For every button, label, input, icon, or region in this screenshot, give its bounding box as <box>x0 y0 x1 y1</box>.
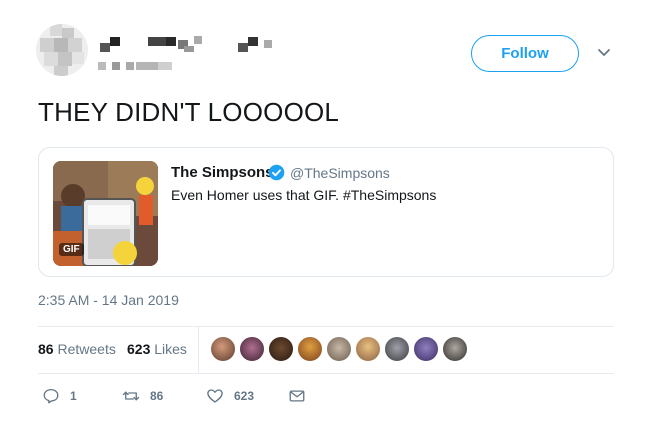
divider-bottom <box>38 373 614 374</box>
heart-icon <box>207 389 223 403</box>
chevron-down-icon[interactable] <box>597 48 611 58</box>
retweets-count: 86 <box>38 341 54 357</box>
reply-icon <box>43 388 59 404</box>
tweet-text: THEY DIDN'T LOOOOOL <box>38 97 340 127</box>
retweet-icon <box>122 391 140 401</box>
avatar-blurred[interactable] <box>36 24 88 76</box>
liker-avatar[interactable] <box>268 336 294 362</box>
quoted-author-name[interactable]: The Simpsons <box>171 164 274 181</box>
liker-avatar[interactable] <box>355 336 381 362</box>
like-button[interactable]: 623 <box>206 385 254 407</box>
retweets-stat[interactable]: 86 Retweets <box>38 341 116 357</box>
liker-avatar[interactable] <box>239 336 265 362</box>
verified-badge-icon <box>268 164 285 181</box>
retweet-button[interactable]: 86 <box>122 385 163 407</box>
retweet-count: 86 <box>150 389 164 403</box>
gif-badge: GIF <box>59 243 84 256</box>
like-count: 623 <box>234 389 255 403</box>
envelope-icon <box>289 390 305 402</box>
liker-avatar[interactable] <box>442 336 468 362</box>
liker-avatar[interactable] <box>210 336 236 362</box>
tweet-header: Follow <box>0 0 648 90</box>
tweet-actions: 1 86 623 <box>38 385 614 409</box>
likes-stat[interactable]: 623 Likes <box>127 341 187 357</box>
quoted-tweet-text: Even Homer uses that GIF. #TheSimpsons <box>171 187 437 203</box>
liker-avatar[interactable] <box>384 336 410 362</box>
engagement-stats: 86 Retweets 623 Likes <box>38 327 614 373</box>
likes-label: Likes <box>154 341 187 357</box>
retweets-label: Retweets <box>57 341 116 357</box>
liker-avatar[interactable] <box>297 336 323 362</box>
follow-button[interactable]: Follow <box>471 35 579 72</box>
reply-button[interactable]: 1 <box>42 385 77 407</box>
direct-message-button[interactable] <box>288 385 306 407</box>
quoted-gif-thumbnail[interactable]: GIF <box>53 161 158 266</box>
liker-avatar[interactable] <box>413 336 439 362</box>
liker-avatar[interactable] <box>326 336 352 362</box>
stats-separator <box>198 327 199 373</box>
reply-count: 1 <box>70 389 77 403</box>
likes-count: 623 <box>127 341 151 357</box>
quoted-tweet-card[interactable]: GIF The Simpsons @TheSimpsons Even Homer… <box>38 147 614 277</box>
tweet-timestamp[interactable]: 2:35 AM - 14 Jan 2019 <box>38 292 179 308</box>
quoted-author-handle[interactable]: @TheSimpsons <box>290 165 390 181</box>
